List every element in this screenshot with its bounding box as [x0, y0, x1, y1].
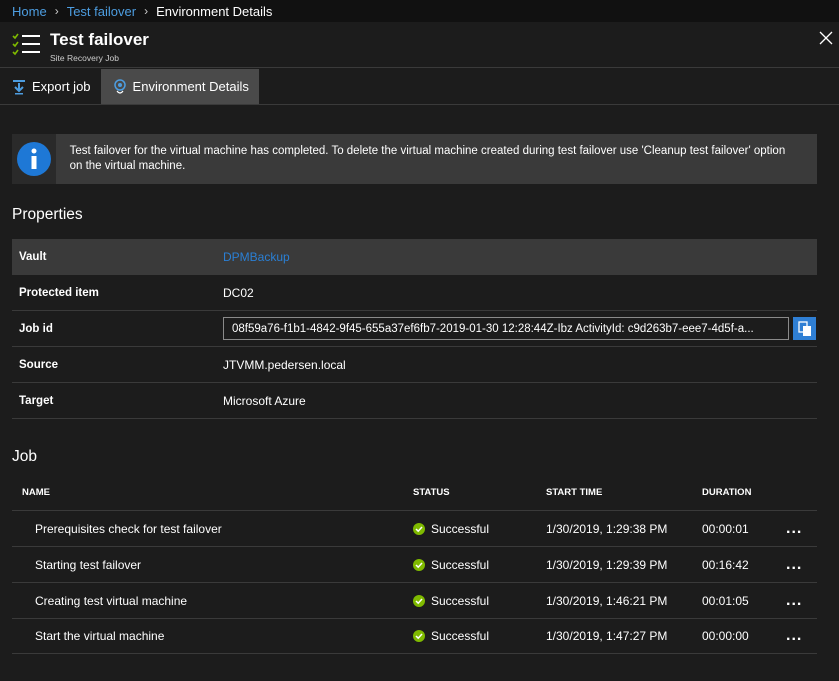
breadcrumb-home-link[interactable]: Home — [12, 4, 47, 19]
breadcrumb-current: Environment Details — [156, 3, 273, 19]
property-row-vault: Vault DPMBackup — [12, 239, 817, 275]
checklist-icon — [12, 33, 40, 56]
status-text: Successful — [431, 557, 490, 572]
info-icon — [16, 142, 51, 176]
table-row[interactable]: Creating test virtual machine Successful… — [12, 582, 817, 618]
command-bar: Export job Environment Details — [0, 69, 839, 105]
property-key: Target — [19, 394, 54, 407]
table-row[interactable]: Start the virtual machine Successful 1/3… — [12, 618, 817, 654]
column-header-name: NAME — [22, 487, 50, 498]
status-text: Successful — [431, 629, 490, 643]
check-circle-icon — [413, 522, 425, 535]
property-value: JTVMM.pedersen.local — [223, 357, 346, 372]
property-key: Protected item — [19, 286, 99, 299]
breadcrumb: Home › Test failover › Environment Detai… — [0, 0, 839, 22]
environment-details-label: Environment Details — [132, 79, 249, 94]
close-icon[interactable] — [819, 31, 833, 45]
chevron-right-icon: › — [144, 4, 149, 18]
job-id-field[interactable]: 08f59a76-f1b1-4842-9f45-655a37ef6fb7-201… — [223, 317, 789, 340]
job-step-start-time: 1/30/2019, 1:29:38 PM — [546, 521, 668, 536]
export-job-label: Export job — [32, 79, 91, 94]
job-table-header: NAME STATUS START TIME DURATION — [12, 475, 817, 510]
job-step-status: Successful — [413, 594, 546, 608]
copy-icon — [797, 320, 811, 336]
chevron-right-icon: › — [54, 4, 59, 18]
more-options-button[interactable]: ... — [786, 556, 817, 572]
job-step-status: Successful — [413, 522, 546, 536]
property-row-target: Target Microsoft Azure — [12, 383, 817, 419]
property-key: Vault — [19, 250, 47, 263]
job-step-duration: 00:00:00 — [702, 629, 749, 643]
vault-link[interactable]: DPMBackup — [223, 250, 290, 264]
properties-heading: Properties — [12, 206, 83, 223]
job-step-name: Start the virtual machine — [35, 629, 165, 643]
property-key: Job id — [19, 322, 53, 335]
property-row-source: Source JTVMM.pedersen.local — [12, 347, 817, 383]
page-title: Test failover — [50, 30, 149, 49]
column-header-status: STATUS — [413, 487, 450, 498]
job-step-duration: 00:01:05 — [702, 593, 749, 608]
column-header-duration: DURATION — [702, 487, 752, 498]
job-step-duration: 00:16:42 — [702, 557, 749, 572]
check-circle-icon — [413, 558, 425, 571]
info-banner: Test failover for the virtual machine ha… — [12, 134, 817, 184]
job-step-status: Successful — [413, 558, 546, 572]
banner-message: Test failover for the virtual machine ha… — [69, 145, 786, 172]
check-circle-icon — [413, 594, 425, 607]
job-step-duration: 00:00:01 — [702, 521, 749, 536]
property-row-job-id: Job id 08f59a76-f1b1-4842-9f45-655a37ef6… — [12, 311, 817, 347]
blade-header: Test failover Site Recovery Job — [0, 22, 839, 68]
status-text: Successful — [431, 521, 490, 536]
globe-pin-icon — [113, 78, 126, 94]
page-subtitle: Site Recovery Job — [50, 53, 119, 63]
job-step-name: Starting test failover — [35, 557, 142, 572]
job-step-start-time: 1/30/2019, 1:46:21 PM — [546, 593, 668, 608]
job-step-start-time: 1/30/2019, 1:47:27 PM — [546, 629, 668, 643]
job-step-start-time: 1/30/2019, 1:29:39 PM — [546, 557, 668, 572]
export-job-button[interactable]: Export job — [0, 69, 101, 104]
copy-button[interactable] — [793, 317, 816, 340]
job-heading: Job — [12, 448, 37, 465]
table-row[interactable]: Starting test failover Successful 1/30/2… — [12, 546, 817, 582]
column-header-start-time: START TIME — [546, 487, 603, 498]
job-table: NAME STATUS START TIME DURATION Prerequi… — [12, 475, 817, 654]
job-step-name: Creating test virtual machine — [35, 593, 188, 608]
job-step-status: Successful — [413, 629, 546, 643]
property-key: Source — [19, 358, 58, 371]
download-icon — [13, 79, 25, 94]
breadcrumb-test-failover-link[interactable]: Test failover — [67, 4, 136, 19]
more-options-button[interactable]: ... — [786, 592, 817, 608]
status-text: Successful — [431, 593, 490, 608]
check-circle-icon — [413, 630, 425, 642]
properties-table: Vault DPMBackup Protected item DC02 Job … — [12, 239, 817, 419]
property-row-protected-item: Protected item DC02 — [12, 275, 817, 311]
property-value: Microsoft Azure — [223, 393, 306, 408]
table-row[interactable]: Prerequisites check for test failover Su… — [12, 510, 817, 546]
more-options-button[interactable]: ... — [786, 520, 817, 536]
property-value: DC02 — [223, 285, 254, 300]
environment-details-button[interactable]: Environment Details — [100, 69, 259, 104]
info-icon-box — [12, 134, 56, 184]
job-step-name: Prerequisites check for test failover — [35, 521, 222, 536]
more-options-button[interactable]: ... — [786, 628, 817, 644]
